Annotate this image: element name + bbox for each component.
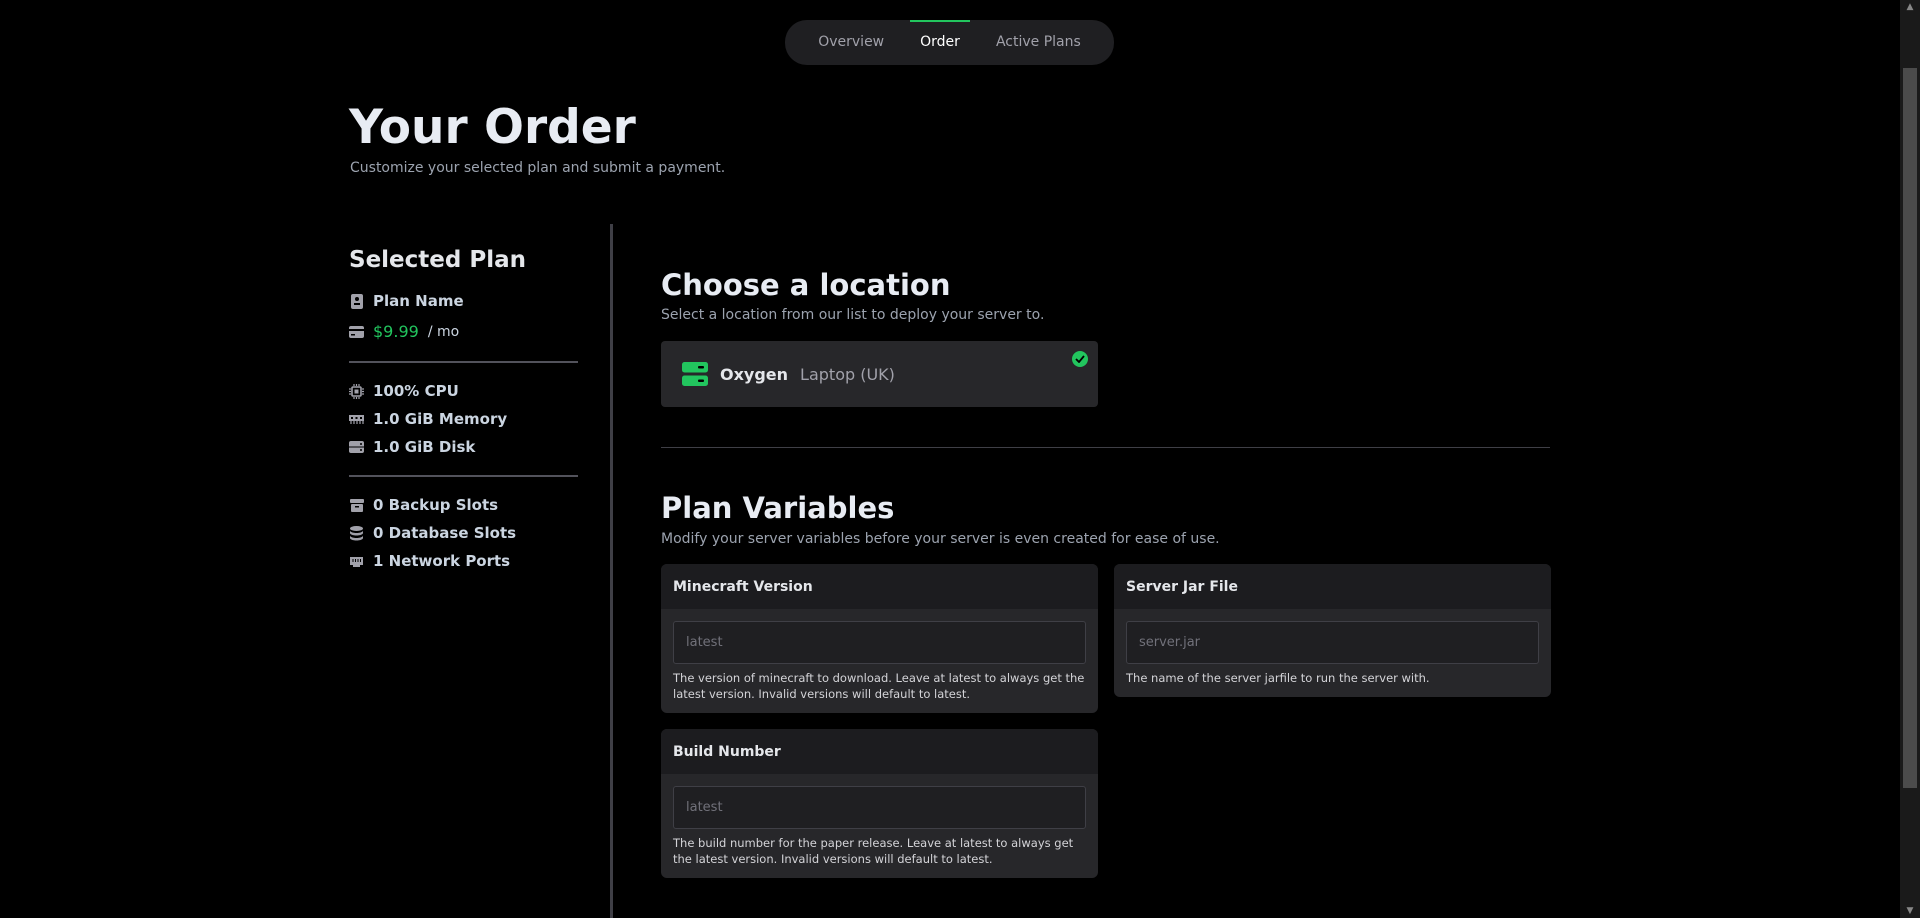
plan-name-row: Plan Name	[349, 292, 464, 310]
credit-card-icon	[349, 324, 364, 339]
location-description: Select a location from our list to deplo…	[661, 307, 1045, 323]
location-card-oxygen[interactable]: Oxygen Laptop (UK)	[661, 341, 1098, 407]
sidebar-divider	[349, 361, 578, 363]
scrollbar-thumb[interactable]	[1903, 68, 1917, 788]
sidebar-divider	[349, 475, 578, 477]
cpu-icon	[349, 383, 364, 399]
variable-help-text: The name of the server jarfile to run th…	[1126, 671, 1430, 685]
variable-help-text: The build number for the paper release. …	[673, 836, 1074, 866]
database-icon	[349, 525, 364, 541]
tab-active-plans[interactable]: Active Plans	[978, 20, 1099, 65]
check-circle-icon	[1072, 351, 1088, 367]
variable-label: Server Jar File	[1114, 564, 1551, 609]
plan-price: $9.99	[373, 322, 419, 341]
tab-order[interactable]: Order	[902, 20, 978, 65]
location-name: Oxygen	[720, 364, 789, 384]
scroll-up-arrow-icon[interactable]: ▲	[1900, 2, 1920, 12]
spec-memory-label: 1.0 GiB Memory	[373, 410, 508, 428]
spec-cpu-label: 100% CPU	[373, 382, 459, 400]
page-title: Your Order	[349, 100, 636, 155]
server-icon	[682, 362, 708, 386]
build-number-input[interactable]	[673, 786, 1086, 829]
hard-drive-icon	[349, 440, 364, 455]
variables-title: Plan Variables	[661, 491, 895, 525]
network-port-icon	[349, 554, 364, 569]
variables-description: Modify your server variables before your…	[661, 531, 1220, 547]
plan-price-row: $9.99 / mo	[349, 322, 459, 341]
id-card-icon	[349, 293, 364, 309]
archive-icon	[349, 498, 364, 513]
variable-help-text: The version of minecraft to download. Le…	[673, 671, 1085, 701]
price-period: / mo	[427, 323, 460, 340]
limit-backups: 0 Backup Slots	[349, 496, 498, 514]
spec-cpu: 100% CPU	[349, 382, 459, 400]
memory-icon	[349, 412, 364, 427]
page-subtitle: Customize your selected plan and submit …	[350, 160, 726, 176]
tab-overview[interactable]: Overview	[800, 20, 902, 65]
sidebar-title: Selected Plan	[349, 247, 526, 273]
limit-databases: 0 Database Slots	[349, 524, 516, 542]
limit-ports-label: 1 Network Ports	[373, 552, 511, 570]
limit-databases-label: 0 Database Slots	[373, 524, 517, 542]
variable-label: Build Number	[661, 729, 1098, 774]
variable-card-build-number: Build Number The build number for the pa…	[661, 729, 1098, 878]
location-title: Choose a location	[661, 268, 951, 302]
variable-card-server-jar: Server Jar File The name of the server j…	[1114, 564, 1551, 697]
page-scrollbar[interactable]: ▲ ▼	[1900, 0, 1920, 918]
sidebar-separator	[610, 224, 613, 918]
top-navigation: Overview Order Active Plans	[785, 20, 1114, 65]
variable-card-minecraft-version: Minecraft Version The version of minecra…	[661, 564, 1098, 713]
spec-disk-label: 1.0 GiB Disk	[373, 438, 476, 456]
scroll-down-arrow-icon[interactable]: ▼	[1900, 906, 1920, 916]
location-sub: Laptop (UK)	[800, 364, 895, 384]
section-divider	[661, 447, 1550, 448]
variable-label: Minecraft Version	[661, 564, 1098, 609]
server-jar-input[interactable]	[1126, 621, 1539, 664]
limit-backups-label: 0 Backup Slots	[373, 496, 499, 514]
plan-name: Plan Name	[373, 292, 464, 310]
spec-memory: 1.0 GiB Memory	[349, 410, 507, 428]
spec-disk: 1.0 GiB Disk	[349, 438, 475, 456]
minecraft-version-input[interactable]	[673, 621, 1086, 664]
limit-ports: 1 Network Ports	[349, 552, 510, 570]
